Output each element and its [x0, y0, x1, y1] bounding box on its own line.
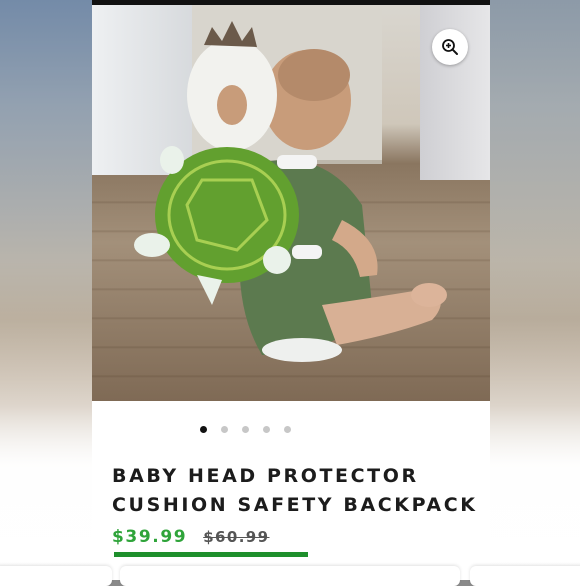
bottom-card-center[interactable] — [120, 566, 460, 586]
sale-price: $39.99 — [112, 527, 188, 547]
bottom-card-left[interactable] — [0, 566, 112, 586]
zoom-in-icon — [442, 39, 458, 55]
pagination-dot[interactable] — [262, 425, 270, 433]
progress-bar — [114, 552, 474, 557]
product-title: BABY HEAD PROTECTOR CUSHION SAFETY BACKP… — [112, 465, 478, 516]
product-page: BABY HEAD PROTECTOR CUSHION SAFETY BACKP… — [92, 0, 490, 580]
pagination-dot[interactable] — [199, 425, 207, 433]
pagination-dot[interactable] — [241, 425, 249, 433]
baby-with-turtle-backpack-illustration — [134, 21, 447, 362]
zoom-button[interactable] — [432, 29, 468, 65]
pagination-dot[interactable] — [220, 425, 228, 433]
product-photo[interactable] — [92, 5, 490, 401]
bottom-card-right[interactable] — [470, 566, 580, 586]
price-row: $39.99 $60.99 — [112, 527, 270, 553]
pagination-dot[interactable] — [283, 425, 291, 433]
progress-fill — [114, 552, 309, 557]
gallery-pagination — [92, 422, 444, 436]
original-price: $60.99 — [203, 528, 270, 546]
